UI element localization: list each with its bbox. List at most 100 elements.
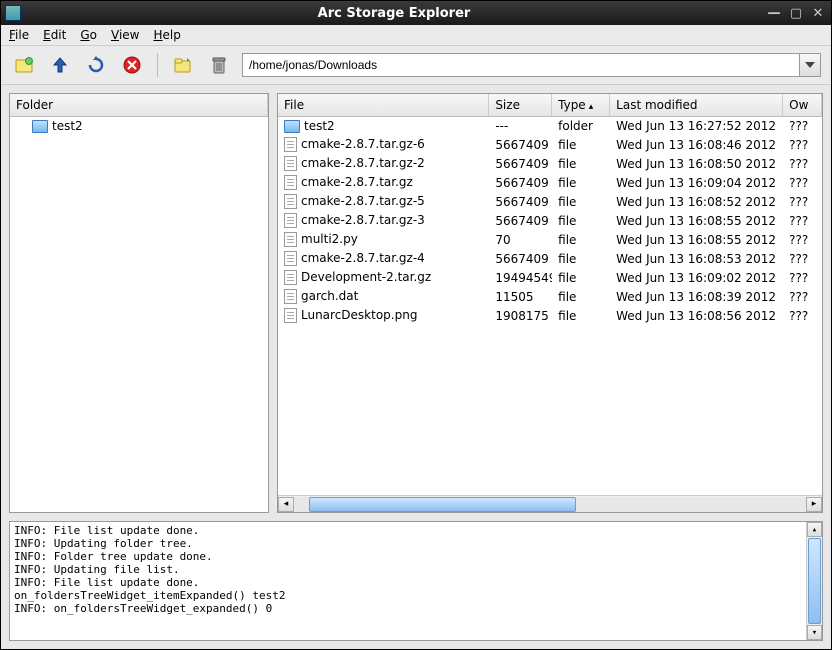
- col-file[interactable]: File: [278, 94, 489, 116]
- cell-owner: ???: [783, 289, 822, 305]
- table-row[interactable]: cmake-2.8.7.tar.gz-35667409fileWed Jun 1…: [278, 211, 822, 230]
- vertical-scrollbar[interactable]: ▴ ▾: [806, 522, 822, 640]
- table-row[interactable]: garch.dat11505fileWed Jun 13 16:08:39 20…: [278, 287, 822, 306]
- cell-modified: Wed Jun 13 16:09:02 2012: [610, 270, 783, 286]
- file-icon: [284, 194, 297, 209]
- minimize-button[interactable]: —: [765, 5, 783, 21]
- scroll-track[interactable]: [294, 497, 806, 512]
- menu-view[interactable]: View: [111, 28, 139, 42]
- col-modified[interactable]: Last modified: [610, 94, 783, 116]
- folder-panel: Folder test2: [9, 93, 269, 513]
- cell-type: file: [552, 270, 610, 286]
- cell-type: file: [552, 194, 610, 210]
- folder-icon: [32, 120, 48, 133]
- table-row[interactable]: multi2.py70fileWed Jun 13 16:08:55 2012?…: [278, 230, 822, 249]
- stop-button[interactable]: [119, 52, 145, 78]
- cell-size: 1908175: [489, 308, 552, 324]
- cell-modified: Wed Jun 13 16:08:46 2012: [610, 137, 783, 153]
- cell-modified: Wed Jun 13 16:08:50 2012: [610, 156, 783, 172]
- cell-modified: Wed Jun 13 16:08:39 2012: [610, 289, 783, 305]
- menu-go[interactable]: Go: [80, 28, 97, 42]
- file-icon: [284, 251, 297, 266]
- folder-tree[interactable]: test2: [10, 117, 268, 512]
- scroll-thumb[interactable]: [309, 497, 575, 512]
- table-row[interactable]: cmake-2.8.7.tar.gz-65667409fileWed Jun 1…: [278, 135, 822, 154]
- cell-owner: ???: [783, 194, 822, 210]
- log-line: INFO: File list update done.: [14, 576, 818, 589]
- scroll-down-icon[interactable]: ▾: [807, 625, 822, 640]
- cell-name: cmake-2.8.7.tar.gz-2: [301, 156, 425, 170]
- table-row[interactable]: test2---folderWed Jun 13 16:27:52 2012??…: [278, 117, 822, 135]
- col-owner[interactable]: Ow: [783, 94, 822, 116]
- menu-file[interactable]: File: [9, 28, 29, 42]
- tree-item[interactable]: test2: [10, 117, 268, 135]
- cell-size: 5667409: [489, 156, 552, 172]
- table-row[interactable]: cmake-2.8.7.tar.gz5667409fileWed Jun 13 …: [278, 173, 822, 192]
- cell-owner: ???: [783, 156, 822, 172]
- path-input[interactable]: [242, 53, 799, 77]
- file-icon: [284, 308, 297, 323]
- log-line: on_foldersTreeWidget_itemExpanded() test…: [14, 589, 818, 602]
- scroll-right-icon[interactable]: ▸: [806, 497, 822, 512]
- cell-owner: ???: [783, 232, 822, 248]
- titlebar[interactable]: Arc Storage Explorer — ▢ ✕: [1, 1, 831, 25]
- window-title: Arc Storage Explorer: [27, 6, 761, 21]
- log-line: INFO: Updating file list.: [14, 563, 818, 576]
- cell-size: 70: [489, 232, 552, 248]
- menubar: File Edit Go View Help: [1, 25, 831, 46]
- path-dropdown[interactable]: [799, 53, 821, 77]
- scroll-up-icon[interactable]: ▴: [807, 522, 822, 537]
- file-icon: [284, 175, 297, 190]
- folder-header[interactable]: Folder: [10, 94, 268, 116]
- close-button[interactable]: ✕: [809, 5, 827, 21]
- folder-icon: [284, 120, 300, 133]
- table-row[interactable]: cmake-2.8.7.tar.gz-25667409fileWed Jun 1…: [278, 154, 822, 173]
- table-row[interactable]: cmake-2.8.7.tar.gz-55667409fileWed Jun 1…: [278, 192, 822, 211]
- cell-name: multi2.py: [301, 232, 358, 246]
- cell-owner: ???: [783, 175, 822, 191]
- cell-name: test2: [304, 119, 335, 133]
- cell-owner: ???: [783, 118, 822, 134]
- cell-owner: ???: [783, 308, 822, 324]
- up-button[interactable]: [47, 52, 73, 78]
- file-icon: [284, 270, 297, 285]
- cell-size: 19494549: [489, 270, 552, 286]
- table-row[interactable]: LunarcDesktop.png1908175fileWed Jun 13 1…: [278, 306, 822, 325]
- file-list[interactable]: test2---folderWed Jun 13 16:27:52 2012??…: [278, 117, 822, 495]
- new-folder-button[interactable]: [11, 52, 37, 78]
- cell-modified: Wed Jun 13 16:08:56 2012: [610, 308, 783, 324]
- horizontal-scrollbar[interactable]: ◂ ▸: [278, 495, 822, 512]
- scroll-thumb[interactable]: [808, 538, 821, 624]
- log-line: INFO: File list update done.: [14, 524, 818, 537]
- scroll-left-icon[interactable]: ◂: [278, 497, 294, 512]
- cell-name: cmake-2.8.7.tar.gz-4: [301, 251, 425, 265]
- menu-help[interactable]: Help: [153, 28, 180, 42]
- table-row[interactable]: cmake-2.8.7.tar.gz-45667409fileWed Jun 1…: [278, 249, 822, 268]
- cell-type: folder: [552, 118, 610, 134]
- file-header: File Size Type▴ Last modified Ow: [278, 94, 822, 117]
- cell-owner: ???: [783, 137, 822, 153]
- cell-size: 5667409: [489, 251, 552, 267]
- cell-name: LunarcDesktop.png: [301, 308, 417, 322]
- col-size[interactable]: Size: [489, 94, 552, 116]
- cell-name: cmake-2.8.7.tar.gz-3: [301, 213, 425, 227]
- maximize-button[interactable]: ▢: [787, 5, 805, 21]
- col-type[interactable]: Type▴: [552, 94, 610, 116]
- log-line: INFO: on_foldersTreeWidget_expanded() 0: [14, 602, 818, 615]
- open-button[interactable]: [170, 52, 196, 78]
- cell-size: 5667409: [489, 213, 552, 229]
- menu-edit[interactable]: Edit: [43, 28, 66, 42]
- cell-owner: ???: [783, 213, 822, 229]
- cell-modified: Wed Jun 13 16:08:52 2012: [610, 194, 783, 210]
- file-icon: [284, 137, 297, 152]
- delete-button[interactable]: [206, 52, 232, 78]
- cell-type: file: [552, 137, 610, 153]
- cell-owner: ???: [783, 270, 822, 286]
- path-bar: [242, 53, 821, 77]
- table-row[interactable]: Development-2.tar.gz19494549fileWed Jun …: [278, 268, 822, 287]
- cell-owner: ???: [783, 251, 822, 267]
- refresh-button[interactable]: [83, 52, 109, 78]
- file-icon: [284, 156, 297, 171]
- tree-item-label: test2: [52, 119, 83, 133]
- app-icon: [5, 5, 21, 21]
